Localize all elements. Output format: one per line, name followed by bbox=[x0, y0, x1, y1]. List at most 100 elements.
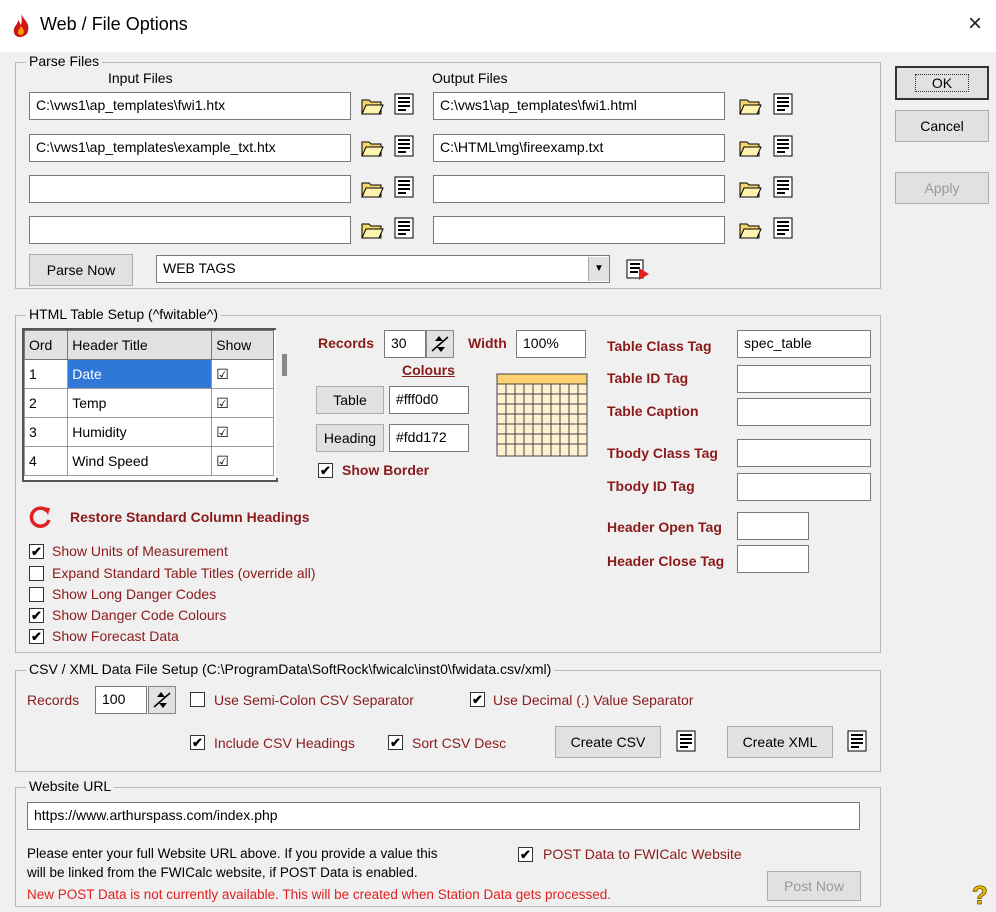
input-files-header: Input Files bbox=[108, 70, 173, 86]
help-icon[interactable]: ? bbox=[968, 880, 990, 908]
create-xml-button[interactable]: Create XML bbox=[727, 726, 833, 758]
tbody-id-input[interactable] bbox=[737, 473, 871, 501]
input-file-2[interactable]: C:\vws1\ap_templates\example_txt.htx bbox=[29, 134, 351, 162]
edit-csv-icon[interactable] bbox=[675, 729, 697, 753]
table-row[interactable]: 2 Temp ☑ bbox=[24, 388, 274, 418]
row-title[interactable]: Wind Speed bbox=[67, 446, 213, 476]
open-folder-icon[interactable] bbox=[738, 178, 762, 200]
option-label: Show Units of Measurement bbox=[52, 543, 228, 559]
ok-button[interactable]: OK bbox=[895, 66, 989, 100]
parse-files-legend: Parse Files bbox=[26, 53, 103, 69]
restore-headings-label[interactable]: Restore Standard Column Headings bbox=[70, 509, 310, 525]
option-checkbox[interactable]: ✔ bbox=[29, 608, 44, 623]
header-open-input[interactable] bbox=[737, 512, 809, 540]
flame-app-icon bbox=[13, 14, 29, 37]
table-colour-input[interactable]: #fff0d0 bbox=[389, 386, 469, 414]
chevron-down-icon[interactable]: ▼ bbox=[588, 257, 609, 281]
table-row[interactable]: 4 Wind Speed ☑ bbox=[24, 446, 274, 476]
table-id-label: Table ID Tag bbox=[607, 370, 689, 386]
row-title[interactable]: Temp bbox=[67, 388, 213, 418]
create-csv-button[interactable]: Create CSV bbox=[555, 726, 661, 758]
semicolon-checkbox[interactable] bbox=[190, 692, 205, 707]
edit-file-icon[interactable] bbox=[772, 134, 794, 158]
post-data-checkbox[interactable]: ✔ bbox=[518, 847, 533, 862]
heading-colour-input[interactable]: #fdd172 bbox=[389, 424, 469, 452]
edit-file-icon[interactable] bbox=[393, 134, 415, 158]
tbody-class-input[interactable] bbox=[737, 439, 871, 467]
row-show-checkbox[interactable]: ☑ bbox=[211, 359, 274, 389]
option-checkbox[interactable] bbox=[29, 566, 44, 581]
table-id-input[interactable] bbox=[737, 365, 871, 393]
edit-file-icon[interactable] bbox=[772, 216, 794, 240]
records-spinner[interactable] bbox=[426, 330, 454, 358]
row-show-checkbox[interactable]: ☑ bbox=[211, 446, 274, 476]
table-colour-button[interactable]: Table bbox=[316, 386, 384, 414]
option-label: Show Long Danger Codes bbox=[52, 586, 217, 602]
table-class-input[interactable]: spec_table bbox=[737, 330, 871, 358]
close-button[interactable]: × bbox=[968, 10, 982, 38]
csv-headings-checkbox[interactable]: ✔ bbox=[190, 735, 205, 750]
table-caption-label: Table Caption bbox=[607, 403, 699, 419]
open-folder-icon[interactable] bbox=[738, 137, 762, 159]
option-checkbox[interactable] bbox=[29, 587, 44, 602]
column-grid[interactable]: Ord Header Title Show 1 Date ☑ 2 Temp ☑ … bbox=[22, 328, 278, 482]
csv-records-label: Records bbox=[27, 692, 80, 708]
row-title[interactable]: Humidity bbox=[67, 417, 213, 447]
row-show-checkbox[interactable]: ☑ bbox=[211, 417, 274, 447]
input-file-4[interactable] bbox=[29, 216, 351, 244]
row-show-checkbox[interactable]: ☑ bbox=[211, 388, 274, 418]
row-ord: 4 bbox=[24, 446, 69, 476]
header-open-label: Header Open Tag bbox=[607, 519, 722, 535]
show-border-checkbox[interactable]: ✔ bbox=[318, 463, 333, 478]
sort-desc-checkbox[interactable]: ✔ bbox=[388, 735, 403, 750]
output-file-4[interactable] bbox=[433, 216, 725, 244]
edit-file-icon[interactable] bbox=[393, 92, 415, 116]
refresh-icon[interactable] bbox=[28, 504, 54, 530]
table-row[interactable]: 3 Humidity ☑ bbox=[24, 417, 274, 447]
open-folder-icon[interactable] bbox=[360, 137, 384, 159]
edit-file-icon[interactable] bbox=[393, 216, 415, 240]
web-tags-select[interactable]: WEB TAGS bbox=[156, 255, 610, 283]
edit-xml-icon[interactable] bbox=[846, 729, 868, 753]
apply-button[interactable]: Apply bbox=[895, 172, 989, 204]
input-file-3[interactable] bbox=[29, 175, 351, 203]
website-legend: Website URL bbox=[26, 778, 115, 794]
records-input[interactable]: 30 bbox=[384, 330, 426, 358]
website-url-input[interactable]: https://www.arthurspass.com/index.php bbox=[27, 802, 860, 830]
output-file-1[interactable]: C:\vws1\ap_templates\fwi1.html bbox=[433, 92, 725, 120]
parse-now-button[interactable]: Parse Now bbox=[29, 254, 133, 286]
edit-file-icon[interactable] bbox=[772, 92, 794, 116]
open-folder-icon[interactable] bbox=[360, 219, 384, 241]
window-title: Web / File Options bbox=[40, 14, 188, 34]
row-title[interactable]: Date bbox=[67, 359, 213, 389]
open-folder-icon[interactable] bbox=[360, 178, 384, 200]
col-header-show: Show bbox=[211, 330, 274, 360]
cancel-button[interactable]: Cancel bbox=[895, 110, 989, 142]
grid-scrollbar[interactable] bbox=[276, 328, 294, 478]
svg-text:?: ? bbox=[972, 880, 988, 908]
csv-records-spinner[interactable] bbox=[148, 686, 176, 714]
post-data-label: POST Data to FWICalc Website bbox=[543, 846, 742, 862]
post-now-button[interactable]: Post Now bbox=[767, 871, 861, 901]
option-checkbox[interactable]: ✔ bbox=[29, 544, 44, 559]
scrollbar-thumb[interactable] bbox=[282, 354, 287, 376]
open-folder-icon[interactable] bbox=[738, 95, 762, 117]
edit-file-icon[interactable] bbox=[393, 175, 415, 199]
table-row[interactable]: 1 Date ☑ bbox=[24, 359, 274, 389]
csv-records-input[interactable]: 100 bbox=[95, 686, 147, 714]
option-checkbox[interactable]: ✔ bbox=[29, 629, 44, 644]
sort-desc-label: Sort CSV Desc bbox=[412, 735, 507, 751]
colours-label: Colours bbox=[402, 362, 455, 378]
open-folder-icon[interactable] bbox=[738, 219, 762, 241]
output-file-2[interactable]: C:\HTML\mg\fireexamp.txt bbox=[433, 134, 725, 162]
output-file-3[interactable] bbox=[433, 175, 725, 203]
table-caption-input[interactable] bbox=[737, 398, 871, 426]
input-file-1[interactable]: C:\vws1\ap_templates\fwi1.htx bbox=[29, 92, 351, 120]
width-input[interactable]: 100% bbox=[516, 330, 586, 358]
open-folder-icon[interactable] bbox=[360, 95, 384, 117]
edit-file-icon[interactable] bbox=[772, 175, 794, 199]
header-close-input[interactable] bbox=[737, 545, 809, 573]
heading-colour-button[interactable]: Heading bbox=[316, 424, 384, 452]
decimal-checkbox[interactable]: ✔ bbox=[470, 692, 485, 707]
tag-export-icon[interactable] bbox=[625, 256, 651, 282]
